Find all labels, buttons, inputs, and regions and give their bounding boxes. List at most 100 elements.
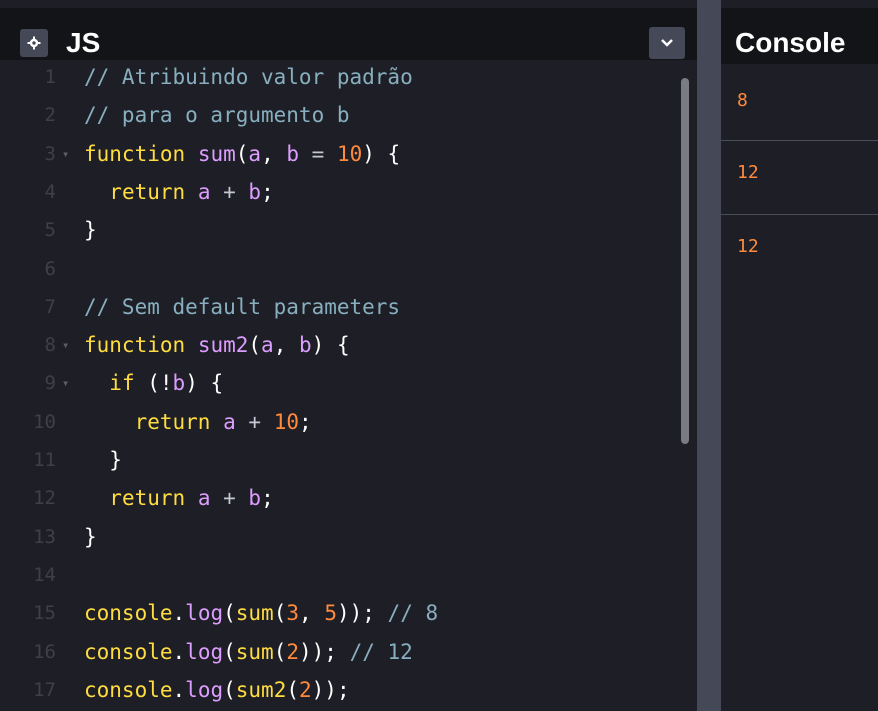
code-token: b (172, 371, 186, 396)
line-number: 3 (44, 142, 56, 165)
code-token: // 12 (349, 639, 413, 664)
code-token: , (261, 141, 287, 166)
code-text: console.log(sum(2)); // 12 (84, 633, 413, 671)
line-number: 15 (33, 602, 56, 625)
code-text: } (84, 211, 97, 249)
code-line[interactable]: 4 return a + b; (0, 173, 670, 211)
code-token: sum (197, 141, 236, 166)
code-token: return (134, 409, 211, 434)
code-text: function sum(a, b = 10) { (84, 135, 400, 173)
code-token: a (197, 486, 211, 511)
line-number: 9 (44, 372, 56, 395)
editor-scrollbar[interactable] (681, 78, 689, 444)
code-token: a (223, 409, 236, 434)
chevron-glyph (661, 39, 673, 47)
line-number: 1 (44, 66, 56, 88)
code-token: ( (223, 677, 236, 702)
code-token: a (248, 141, 262, 166)
code-text: return a + 10; (84, 403, 312, 441)
editor-header: JS (0, 8, 697, 60)
code-token: if (109, 371, 135, 396)
code-line[interactable]: 3 ▾ function sum(a, b = 10) { (0, 135, 670, 173)
panel-resize-handle[interactable] (697, 0, 721, 711)
code-line[interactable]: 9 ▾ if (!b) { (0, 364, 670, 402)
code-token: ( (223, 639, 236, 664)
code-token: )); (299, 639, 350, 664)
code-area[interactable]: 1 // Atribuindo valor padrão 2 // para o ar… (0, 60, 697, 711)
code-token: )); (311, 677, 350, 702)
code-text: } (84, 441, 122, 479)
code-token: ; (261, 179, 274, 204)
code-token: // para o argumento b (84, 103, 350, 128)
line-number: 13 (33, 525, 56, 548)
code-token: } (84, 448, 122, 472)
code-text: console.log(sum2(2)); (84, 671, 350, 709)
code-text: console.log(sum(3, 5)); // 8 (84, 594, 438, 632)
fold-toggle-icon[interactable]: ▾ (62, 326, 69, 364)
code-text: // Sem default parameters (84, 288, 400, 326)
code-token: sum2 (235, 677, 287, 702)
code-line[interactable]: 11 } (0, 441, 670, 479)
code-token: (! (134, 371, 173, 396)
line-number: 6 (44, 257, 56, 280)
code-token: 2 (286, 639, 300, 664)
code-line[interactable]: 5} (0, 211, 670, 249)
console-value: 12 (737, 162, 759, 183)
code-token: b (248, 486, 262, 511)
code-line[interactable]: 1 // Atribuindo valor padrão (0, 58, 670, 96)
code-token: a (197, 179, 211, 204)
chevron-down-icon[interactable] (649, 27, 685, 59)
code-token: )); (336, 601, 388, 626)
line-number: 14 (33, 563, 56, 586)
code-line[interactable]: 16 console.log(sum(2)); // 12 (0, 633, 670, 671)
code-text: return a + b; (84, 173, 274, 211)
code-line[interactable]: 14 (0, 556, 670, 594)
code-token: = (299, 141, 337, 166)
code-line[interactable]: 17 console.log(sum2(2)); (0, 671, 670, 709)
code-line[interactable]: 7 // Sem default parameters (0, 288, 670, 326)
line-number: 11 (33, 449, 56, 471)
code-token: + (235, 409, 274, 434)
code-text: // para o argumento b (84, 96, 350, 134)
code-text: return a + b; (84, 479, 273, 517)
code-text: if (!b) { (84, 364, 223, 402)
code-token: console (84, 601, 173, 626)
fold-toggle-icon[interactable]: ▾ (62, 364, 69, 402)
code-line[interactable]: 8 ▾ function sum2(a, b) { (0, 326, 670, 364)
code-line[interactable]: 13} (0, 518, 670, 556)
fold-toggle-icon[interactable]: ▾ (62, 135, 69, 173)
console-title: Console (735, 27, 846, 58)
console-entry: 12 (721, 214, 878, 288)
code-token: } (84, 524, 97, 549)
console-value: 8 (737, 90, 748, 111)
code-token: b (299, 333, 312, 358)
code-token: // Atribuindo valor padrão (84, 65, 413, 89)
code-token: . (172, 601, 186, 626)
code-line[interactable]: 12 return a + b; (0, 479, 670, 517)
code-line[interactable]: 10 return a + 10; (0, 403, 670, 441)
code-token: log (185, 601, 224, 626)
code-token: b (248, 179, 262, 204)
code-token: ( (273, 639, 287, 664)
code-line[interactable]: 6 (0, 250, 670, 288)
console-entry: 8 (721, 64, 878, 141)
code-token: ( (223, 601, 236, 626)
code-token: . (172, 639, 186, 664)
code-token: function (84, 141, 186, 166)
code-token: ) { (311, 333, 350, 358)
gear-icon[interactable] (20, 29, 48, 57)
gear-icon-glyph (27, 36, 41, 50)
code-line[interactable]: 15 console.log(sum(3, 5)); // 8 (0, 594, 670, 632)
code-token: + (210, 486, 249, 511)
code-token: console (84, 677, 173, 702)
line-number: 10 (33, 410, 56, 433)
code-token: // Sem default parameters (84, 294, 401, 319)
code-line[interactable]: 2 // para o argumento b (0, 96, 670, 134)
